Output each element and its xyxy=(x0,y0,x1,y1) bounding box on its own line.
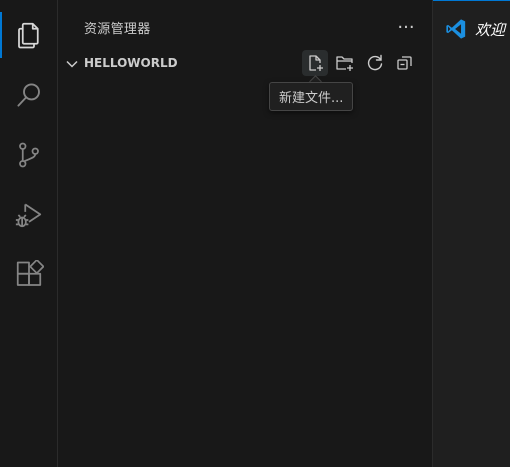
new-folder-button[interactable] xyxy=(332,50,358,76)
collapse-all-icon xyxy=(397,56,412,70)
folder-header[interactable]: HELLOWORLD xyxy=(58,50,432,78)
chevron-down-icon xyxy=(66,60,78,68)
tab-welcome[interactable]: 欢迎 xyxy=(433,0,510,58)
run-debug-icon xyxy=(15,203,42,228)
more-icon: ··· xyxy=(397,16,415,38)
editor-area: 欢迎 xyxy=(433,0,510,467)
sidebar-title: 资源管理器 xyxy=(84,22,151,37)
new-folder-icon xyxy=(336,56,353,71)
extensions-icon xyxy=(16,260,44,286)
collapse-all-button[interactable] xyxy=(392,50,418,76)
more-actions-button[interactable]: ··· xyxy=(393,14,419,40)
tab-strip: 欢迎 xyxy=(433,0,510,58)
source-control-icon xyxy=(19,142,39,168)
new-file-button[interactable] xyxy=(302,50,328,76)
activity-search[interactable] xyxy=(0,66,58,124)
activity-explorer[interactable] xyxy=(0,6,58,64)
activity-run-debug[interactable] xyxy=(0,186,58,244)
search-icon xyxy=(17,83,40,107)
refresh-button[interactable] xyxy=(362,50,388,76)
vscode-logo-icon xyxy=(446,19,466,39)
new-file-icon xyxy=(309,55,323,71)
activity-extensions[interactable] xyxy=(0,246,58,304)
explorer-sidebar: 资源管理器 ··· HELLOWORLD 新建文件... xyxy=(58,0,433,467)
activity-bar xyxy=(0,0,58,467)
files-icon xyxy=(18,22,39,49)
tab-label: 欢迎 xyxy=(475,21,506,39)
activity-source-control[interactable] xyxy=(0,126,58,184)
refresh-icon xyxy=(367,54,383,71)
folder-name: HELLOWORLD xyxy=(84,56,178,70)
new-file-tooltip: 新建文件... xyxy=(269,82,354,111)
